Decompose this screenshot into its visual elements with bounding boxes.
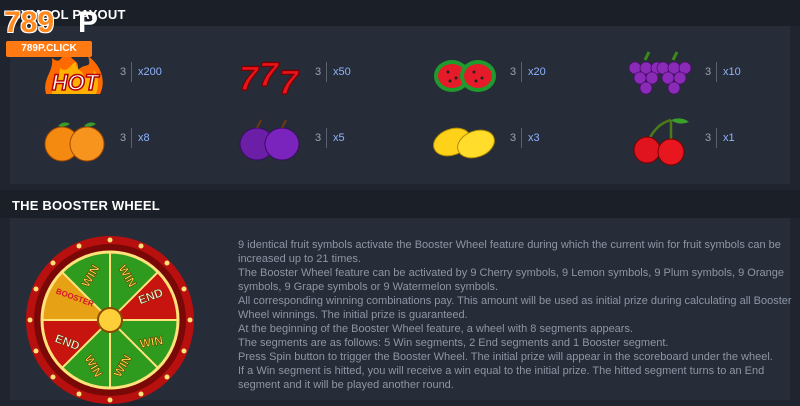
description-paragraph: At the beginning of the Booster Wheel fe… — [238, 323, 634, 335]
site-logo[interactable]: 789 P 789P.CLICK — [4, 8, 104, 58]
booster-wheel-icon: WIN END WIN WIN WIN END BOOSTER WIN — [26, 236, 194, 404]
payout-divider — [716, 128, 717, 148]
payout-item-watermelon: 3 x20 — [400, 44, 595, 104]
description-paragraph: If a Win segment is hitted, you will rec… — [238, 365, 765, 391]
cherry-icon — [633, 118, 689, 166]
orange-icon — [44, 122, 105, 162]
payout-row: HOT 3 x200 7 7 7 3 x50 3 x20 3 x10 — [10, 44, 790, 104]
payout-count: 3 — [120, 66, 127, 78]
logo-number: 789 — [4, 6, 55, 39]
payout-multiplier: x200 — [138, 66, 162, 78]
symbol-payout-header: SYMBOL PAYOUT — [0, 0, 800, 26]
symbol-payout-panel: HOT 3 x200 7 7 7 3 x50 3 x20 3 x10 3 x8 … — [10, 26, 790, 184]
watermelon-icon — [434, 60, 496, 92]
payout-multiplier: x8 — [138, 132, 150, 144]
payout-divider — [521, 62, 522, 82]
grape-icon — [628, 51, 692, 95]
logo-subtitle: 789P.CLICK — [6, 41, 92, 57]
description-paragraph: Press Spin button to trigger the Booster… — [238, 351, 773, 363]
payout-multiplier: x3 — [528, 132, 540, 144]
payout-divider — [131, 128, 132, 148]
payout-count: 3 — [705, 66, 712, 78]
booster-wheel-panel: WIN END WIN WIN WIN END BOOSTER WIN 9 id… — [10, 218, 792, 404]
booster-wheel-header: THE BOOSTER WHEEL — [0, 190, 800, 218]
plum-icon — [239, 119, 300, 161]
payout-item-orange: 3 x8 — [10, 110, 205, 170]
booster-wheel-description: 9 identical fruit symbols activate the B… — [238, 238, 798, 392]
logo-letter: P — [78, 6, 99, 39]
description-paragraph: 9 identical fruit symbols activate the B… — [238, 239, 781, 265]
payout-divider — [326, 62, 327, 82]
payout-count: 3 — [315, 66, 322, 78]
description-paragraph: All corresponding winning combinations p… — [238, 295, 792, 321]
svg-text:HOT: HOT — [52, 70, 100, 95]
payout-multiplier: x10 — [723, 66, 741, 78]
payout-item-plum: 3 x5 — [205, 110, 400, 170]
description-paragraph: The Booster Wheel feature can be activat… — [238, 267, 784, 293]
payout-count: 3 — [705, 132, 712, 144]
payout-count: 3 — [510, 132, 517, 144]
payout-item-grape: 3 x10 — [595, 44, 790, 104]
payout-divider — [521, 128, 522, 148]
payout-multiplier: x20 — [528, 66, 546, 78]
payout-item-lemon: 3 x3 — [400, 110, 595, 170]
payout-item-cherry: 3 x1 — [595, 110, 790, 170]
payout-multiplier: x50 — [333, 66, 351, 78]
payout-count: 3 — [315, 132, 322, 144]
lemon-icon — [433, 127, 495, 159]
payout-item-seven: 7 7 7 3 x50 — [205, 44, 400, 104]
payout-divider — [716, 62, 717, 82]
description-paragraph: The segments are as follows: 5 Win segme… — [238, 337, 669, 349]
booster-wheel-title: THE BOOSTER WHEEL — [12, 198, 160, 213]
payout-count: 3 — [120, 132, 127, 144]
payout-row: 3 x8 3 x5 3 x3 3 x1 — [10, 110, 790, 170]
payout-divider — [131, 62, 132, 82]
svg-text:7: 7 — [239, 60, 260, 98]
payout-multiplier: x5 — [333, 132, 345, 144]
svg-text:7: 7 — [279, 64, 300, 100]
payout-divider — [326, 128, 327, 148]
seven-icon: 7 7 7 — [238, 55, 300, 100]
svg-text:7: 7 — [259, 56, 280, 94]
payout-multiplier: x1 — [723, 132, 735, 144]
payout-count: 3 — [510, 66, 517, 78]
